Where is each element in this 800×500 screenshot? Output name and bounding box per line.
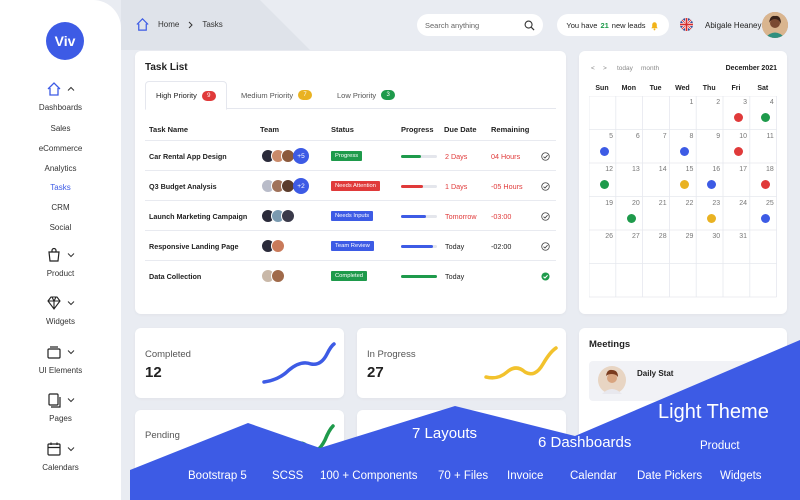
banner-feature: 70 + Files	[438, 470, 489, 482]
banner-feature: 100 + Components	[320, 470, 418, 482]
banner-feature: Bootstrap 5	[188, 470, 247, 482]
banner-feature: Invoice	[507, 470, 544, 482]
banner-feature: Calendar	[570, 470, 617, 482]
banner-feature: Date Pickers	[637, 470, 703, 482]
banner-feature: SCSS	[272, 470, 304, 482]
promo-banner-shape	[130, 340, 800, 500]
banner-layouts: 7 Layouts	[412, 425, 478, 442]
banner-feature: Widgets	[720, 470, 762, 482]
banner-theme: Light Theme	[658, 401, 769, 423]
banner-dashboards: 6 Dashboards	[538, 434, 632, 451]
banner-product: Product	[700, 440, 740, 452]
